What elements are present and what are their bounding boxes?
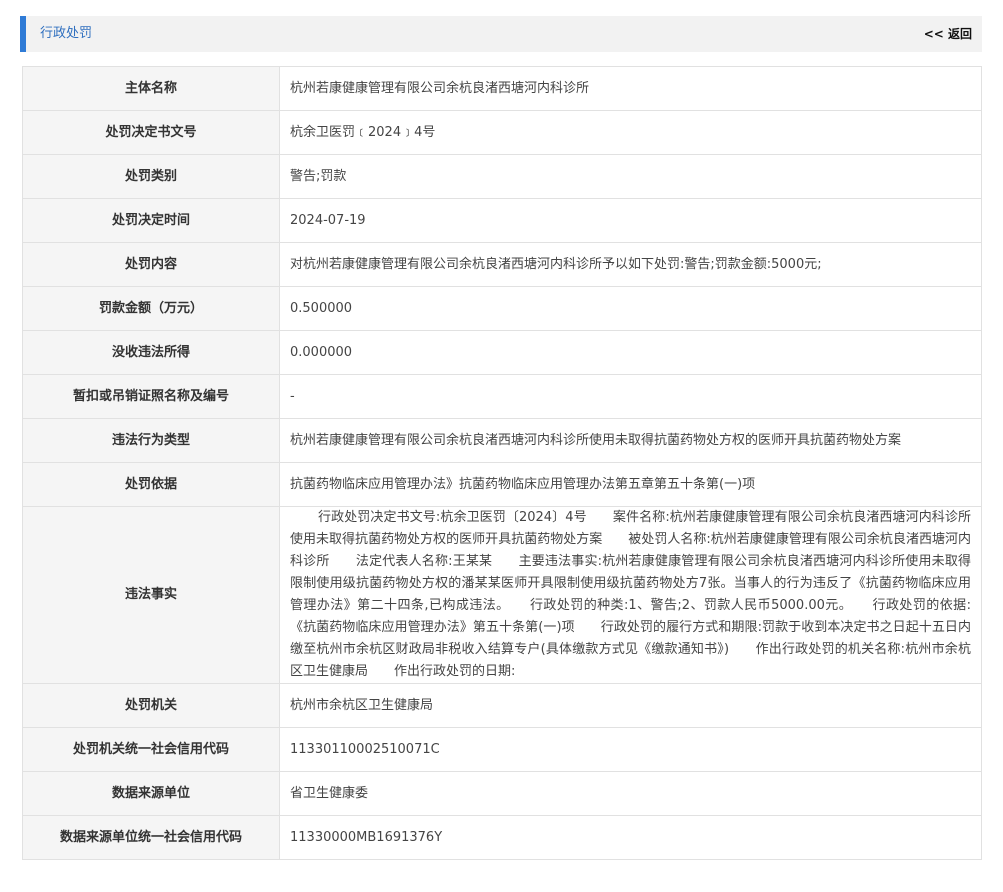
row-value: 0.500000 xyxy=(279,286,982,331)
row-value: 11330000MB1691376Y xyxy=(279,815,982,860)
row-label: 处罚决定时间 xyxy=(22,198,280,243)
row-label: 罚款金额（万元） xyxy=(22,286,280,331)
table-row: 主体名称 杭州若康健康管理有限公司余杭良渚西塘河内科诊所 xyxy=(22,66,982,111)
row-value: 对杭州若康健康管理有限公司余杭良渚西塘河内科诊所予以如下处罚:警告;罚款金额:5… xyxy=(279,242,982,287)
table-row: 处罚内容 对杭州若康健康管理有限公司余杭良渚西塘河内科诊所予以如下处罚:警告;罚… xyxy=(22,242,982,287)
row-label: 没收违法所得 xyxy=(22,330,280,375)
row-value: 抗菌药物临床应用管理办法》抗菌药物临床应用管理办法第五章第五十条第(一)项 xyxy=(279,462,982,507)
row-label: 主体名称 xyxy=(22,66,280,111)
row-label: 处罚机关 xyxy=(22,683,280,728)
table-row: 罚款金额（万元） 0.500000 xyxy=(22,286,982,331)
row-label: 数据来源单位统一社会信用代码 xyxy=(22,815,280,860)
section-title: 行政处罚 xyxy=(40,26,93,41)
row-value: 警告;罚款 xyxy=(279,154,982,199)
table-row: 数据来源单位 省卫生健康委 xyxy=(22,771,982,816)
table-row: 没收违法所得 0.000000 xyxy=(22,330,982,375)
table-row: 处罚决定书文号 杭余卫医罚﹝2024﹞4号 xyxy=(22,110,982,155)
row-label: 数据来源单位 xyxy=(22,771,280,816)
row-label: 暂扣或吊销证照名称及编号 xyxy=(22,374,280,419)
row-value: 行政处罚决定书文号:杭余卫医罚〔2024〕4号 案件名称:杭州若康健康管理有限公… xyxy=(279,506,982,684)
row-value: - xyxy=(279,374,982,419)
detail-table: 主体名称 杭州若康健康管理有限公司余杭良渚西塘河内科诊所 处罚决定书文号 杭余卫… xyxy=(22,66,982,860)
table-row: 暂扣或吊销证照名称及编号 - xyxy=(22,374,982,419)
table-row: 违法事实 行政处罚决定书文号:杭余卫医罚〔2024〕4号 案件名称:杭州若康健康… xyxy=(22,506,982,684)
table-row: 违法行为类型 杭州若康健康管理有限公司余杭良渚西塘河内科诊所使用未取得抗菌药物处… xyxy=(22,418,982,463)
table-row: 数据来源单位统一社会信用代码 11330000MB1691376Y xyxy=(22,815,982,860)
table-row: 处罚机关统一社会信用代码 11330110002510071C xyxy=(22,727,982,772)
row-value: 杭州若康健康管理有限公司余杭良渚西塘河内科诊所 xyxy=(279,66,982,111)
row-value: 省卫生健康委 xyxy=(279,771,982,816)
row-label: 处罚类别 xyxy=(22,154,280,199)
row-value: 11330110002510071C xyxy=(279,727,982,772)
row-label: 违法事实 xyxy=(22,506,280,684)
row-label: 处罚机关统一社会信用代码 xyxy=(22,727,280,772)
table-row: 处罚依据 抗菌药物临床应用管理办法》抗菌药物临床应用管理办法第五章第五十条第(一… xyxy=(22,462,982,507)
table-row: 处罚类别 警告;罚款 xyxy=(22,154,982,199)
row-label: 处罚内容 xyxy=(22,242,280,287)
row-label: 违法行为类型 xyxy=(22,418,280,463)
row-label: 处罚依据 xyxy=(22,462,280,507)
table-row: 处罚机关 杭州市余杭区卫生健康局 xyxy=(22,683,982,728)
row-value: 0.000000 xyxy=(279,330,982,375)
table-row: 处罚决定时间 2024-07-19 xyxy=(22,198,982,243)
row-value: 杭州若康健康管理有限公司余杭良渚西塘河内科诊所使用未取得抗菌药物处方权的医师开具… xyxy=(279,418,982,463)
row-value: 2024-07-19 xyxy=(279,198,982,243)
row-label: 处罚决定书文号 xyxy=(22,110,280,155)
row-value: 杭余卫医罚﹝2024﹞4号 xyxy=(279,110,982,155)
section-header: 行政处罚 << 返回 xyxy=(20,16,982,52)
row-value: 杭州市余杭区卫生健康局 xyxy=(279,683,982,728)
back-link[interactable]: << 返回 xyxy=(924,26,972,42)
